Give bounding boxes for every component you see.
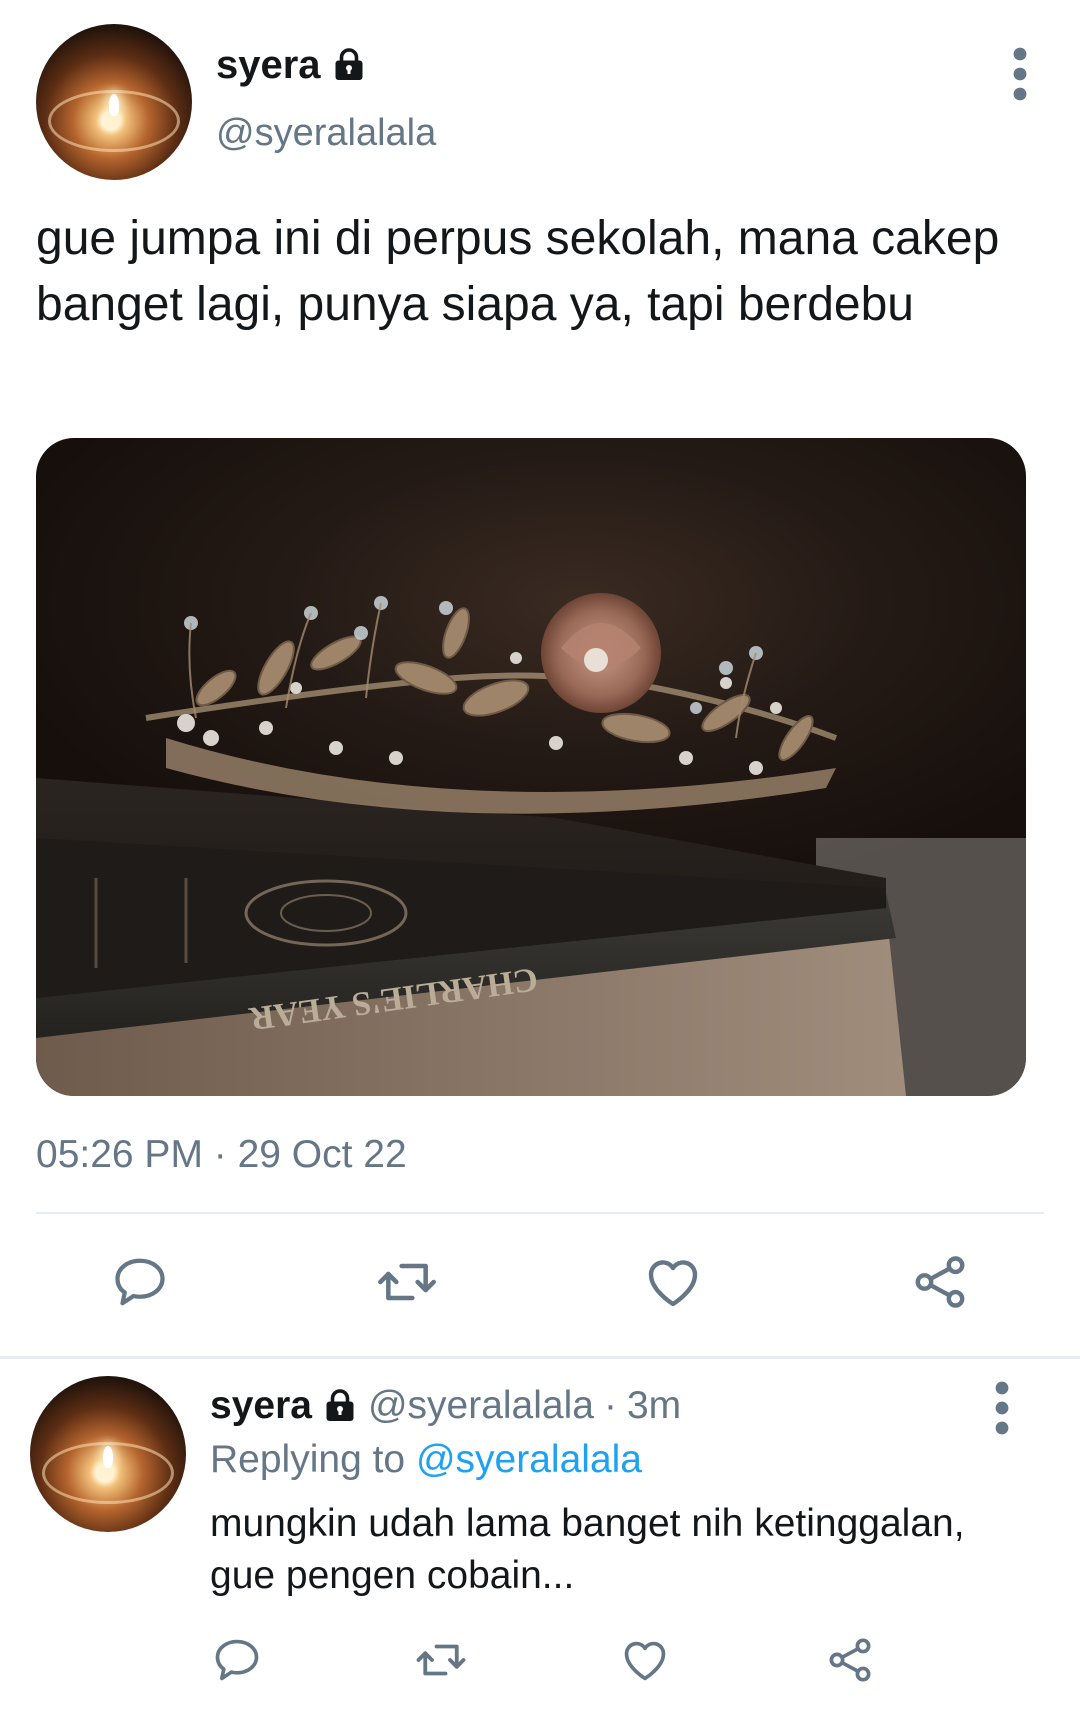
reply-author-avatar[interactable] — [30, 1376, 186, 1532]
tweet-media-photo[interactable]: CHARLIE'S YEAR — [36, 438, 1026, 1096]
reply-reply-button[interactable] — [207, 1630, 267, 1690]
replying-to-line: Replying to @syeralalala — [210, 1434, 642, 1486]
reply-share-button[interactable] — [820, 1630, 880, 1690]
reply-like-button[interactable] — [615, 1630, 675, 1690]
section-separator — [0, 1356, 1080, 1359]
candle-flame — [103, 1446, 113, 1469]
retweet-button[interactable] — [372, 1247, 442, 1317]
lock-icon — [326, 1389, 354, 1421]
author-name-row[interactable]: syera — [216, 40, 367, 90]
reply-author-name[interactable]: syera — [210, 1380, 312, 1432]
author-avatar[interactable] — [36, 24, 192, 180]
heart-icon — [624, 1641, 666, 1681]
like-button[interactable] — [638, 1247, 708, 1317]
more-options-icon[interactable] — [1000, 44, 1040, 104]
reply-meta-separator: · — [603, 1384, 617, 1427]
reply-time[interactable]: 3m — [627, 1380, 681, 1432]
author-name[interactable]: syera — [216, 40, 321, 90]
tweet-timestamp[interactable]: 05:26 PM · 29 Oct 22 — [36, 1130, 407, 1180]
reply-retweet-button[interactable] — [411, 1630, 471, 1690]
replying-to-label: Replying to — [210, 1438, 406, 1481]
lock-icon — [335, 48, 363, 80]
reply-button[interactable] — [105, 1247, 175, 1317]
retweet-icon — [378, 1263, 436, 1301]
tiara-on-books-image: CHARLIE'S YEAR — [36, 593, 1026, 1096]
reply-icon — [215, 1639, 259, 1681]
retweet-icon — [416, 1644, 466, 1676]
candle-flame — [109, 94, 119, 117]
heart-icon — [648, 1260, 698, 1307]
reply-header: syera @syeralalala · 3m — [210, 1380, 681, 1432]
reply-author-handle[interactable]: @syeralalala — [368, 1380, 594, 1432]
replying-to-mention[interactable]: @syeralalala — [416, 1438, 642, 1481]
reply-icon — [115, 1258, 165, 1306]
more-options-icon[interactable] — [982, 1378, 1022, 1438]
author-handle[interactable]: @syeralalala — [216, 108, 436, 158]
share-icon — [915, 1256, 965, 1308]
reply-text: mungkin udah lama banget nih ketinggalan… — [210, 1502, 965, 1597]
share-icon — [829, 1638, 871, 1682]
divider — [36, 1212, 1044, 1214]
tweet-text: gue jumpa ini di perpus sekolah, mana ca… — [36, 212, 1000, 331]
share-button[interactable] — [905, 1247, 975, 1317]
